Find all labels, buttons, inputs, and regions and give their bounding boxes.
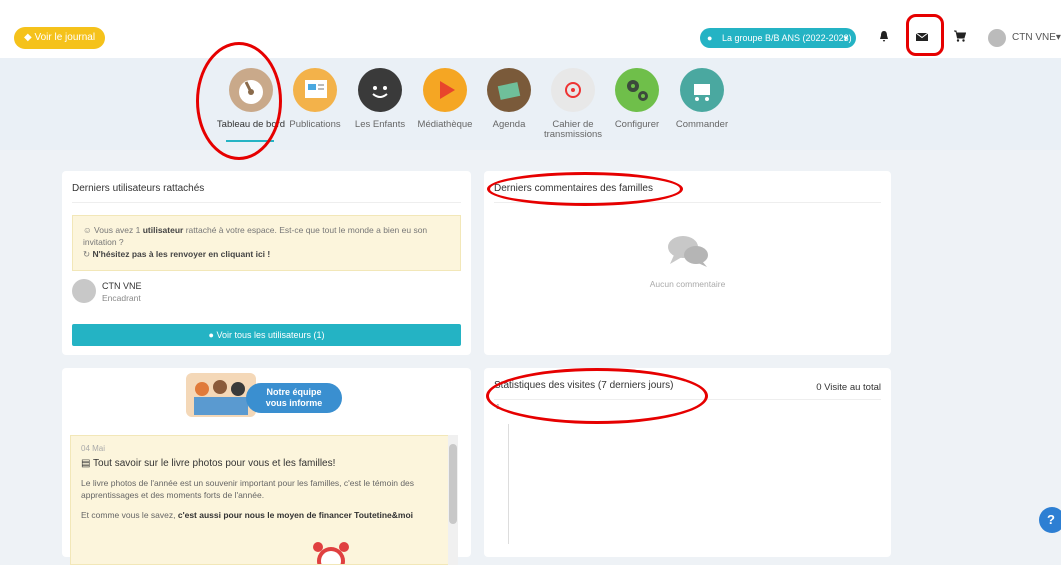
nav-publications[interactable]: Publications (280, 68, 350, 130)
dashboard-gauge-icon (229, 68, 273, 112)
cart-icon (680, 68, 724, 112)
visit-total: 0 Visite au total (816, 382, 881, 393)
divider (494, 202, 881, 203)
chart-axis (508, 424, 509, 544)
children-icon (358, 68, 402, 112)
divider (494, 399, 881, 400)
nav-transmissions[interactable]: Cahier de transmissions (538, 68, 608, 140)
team-banner: Notre équipe vous informe (184, 373, 344, 419)
group-select[interactable]: ● La groupe B/B ANS (2022-2023) ▾ (700, 28, 856, 48)
visit-stats-card: Statistiques des visites (7 derniers jou… (484, 368, 891, 557)
resend-invitation-link[interactable]: ↻ N'hésitez pas à les renvoyer en cliqua… (83, 248, 450, 260)
gears-icon (615, 68, 659, 112)
y-axis-tick: 1 (496, 404, 500, 411)
shield-icon: ● (707, 33, 713, 43)
view-all-users-button[interactable]: ● Voir tous les utilisateurs (1) (72, 324, 461, 346)
nav-agenda[interactable]: Agenda (474, 68, 544, 130)
avatar (72, 279, 96, 303)
help-button[interactable]: ? (1039, 507, 1061, 533)
top-bar: ◆ Voir le journal ● La groupe B/B ANS (2… (0, 0, 1061, 58)
divider (72, 202, 461, 203)
latest-users-card: Derniers utilisateurs rattachés ☺ Vous a… (62, 171, 471, 355)
invitation-notice: ☺ Vous avez 1 utilisateur rattaché à vot… (72, 215, 461, 271)
media-icon (423, 68, 467, 112)
card-title: Derniers commentaires des familles (494, 183, 653, 194)
nav-configure[interactable]: Configurer (602, 68, 672, 130)
agenda-icon (487, 68, 531, 112)
notebook-icon (551, 68, 595, 112)
account-menu[interactable]: CTN VNE▾ (988, 28, 1061, 48)
book-icon: ▤ (81, 458, 94, 469)
cart-icon[interactable] (952, 30, 968, 46)
card-title: Derniers utilisateurs rattachés (72, 183, 205, 194)
avatar (988, 29, 1006, 47)
family-comments-card: Derniers commentaires des familles Aucun… (484, 171, 891, 355)
chevron-down-icon: ▾ (843, 33, 848, 43)
news-item: 04 Mai ▤ Tout savoir sur le livre photos… (70, 435, 456, 565)
view-journal-button[interactable]: ◆ Voir le journal (14, 27, 106, 49)
active-tab-indicator (226, 140, 274, 142)
publications-icon (293, 68, 337, 112)
empty-state-text: Aucun commentaire (649, 279, 726, 289)
bell-icon[interactable] (876, 30, 892, 46)
nav-children[interactable]: Les Enfants (345, 68, 415, 130)
caret-down-icon: ▾ (1055, 32, 1061, 43)
nav-dashboard[interactable]: Tableau de bord (216, 68, 286, 130)
comments-icon (666, 233, 710, 269)
envelope-icon[interactable] (914, 30, 930, 46)
main-navigation: Tableau de bord Publications Les Enfants… (0, 58, 1061, 150)
scrollbar-thumb[interactable] (449, 444, 457, 524)
alarm-clock-icon (313, 542, 349, 564)
team-info-card: Notre équipe vous informe 04 Mai ▤ Tout … (62, 368, 471, 565)
nav-order[interactable]: Commander (667, 68, 737, 130)
emoji-icon: ☺ (83, 225, 95, 235)
team-banner-label: Notre équipe vous informe (246, 383, 342, 413)
nav-media[interactable]: Médiathèque (410, 68, 480, 130)
plus-circle-icon: ◆ (24, 32, 35, 43)
